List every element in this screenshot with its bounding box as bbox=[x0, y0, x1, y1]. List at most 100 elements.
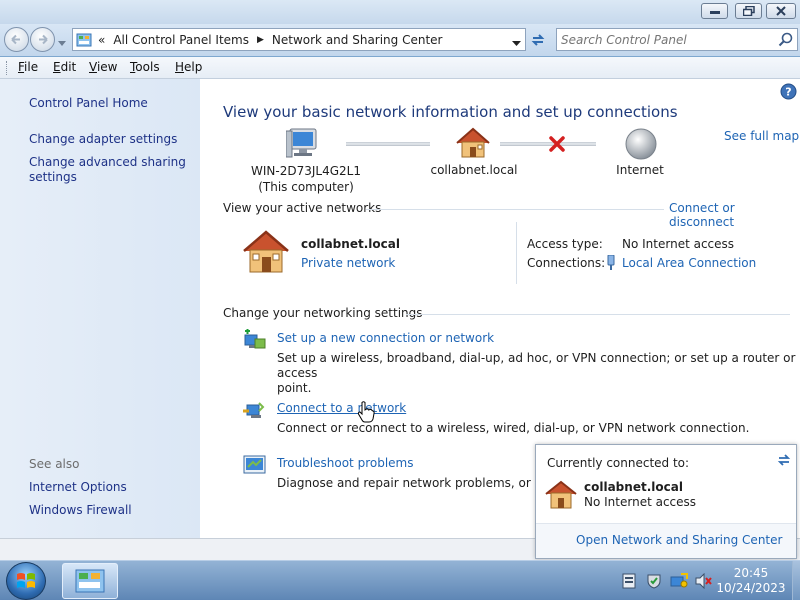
menu-view[interactable]: View bbox=[89, 60, 117, 74]
search-icon bbox=[778, 32, 793, 47]
breadcrumb-overflow[interactable]: « bbox=[98, 33, 105, 47]
hand-cursor-icon bbox=[357, 401, 375, 426]
popup-network-status: No Internet access bbox=[584, 495, 697, 509]
address-dropdown[interactable] bbox=[512, 36, 521, 50]
control-panel-icon bbox=[76, 33, 92, 46]
back-arrow-icon bbox=[11, 34, 20, 45]
networking-settings-heading: Change your networking settings bbox=[223, 306, 423, 320]
popup-network-house-icon bbox=[545, 480, 577, 513]
refresh-icon bbox=[777, 454, 791, 466]
connect-or-disconnect-link[interactable]: Connect or disconnect bbox=[669, 201, 800, 229]
access-type-label: Access type: bbox=[527, 237, 603, 251]
window-title-bar bbox=[0, 0, 800, 24]
security-shield-icon[interactable] bbox=[646, 573, 662, 592]
menu-file[interactable]: File bbox=[18, 60, 38, 74]
restore-icon bbox=[742, 6, 755, 16]
forward-arrow-icon bbox=[39, 34, 48, 45]
popup-footer: Open Network and Sharing Center bbox=[536, 524, 796, 558]
taskbar: 20:45 10/24/2023 bbox=[0, 560, 800, 600]
search-button[interactable] bbox=[778, 32, 793, 50]
computer-name: WIN-2D73JL4G2L1 bbox=[251, 164, 361, 178]
active-network-house-icon bbox=[241, 229, 291, 278]
breadcrumb-separator[interactable]: ▶ bbox=[257, 35, 264, 45]
access-type-value: No Internet access bbox=[622, 237, 735, 251]
computer-icon[interactable] bbox=[285, 127, 322, 164]
computer-network-link bbox=[346, 142, 430, 146]
sidebar-item-label: settings bbox=[29, 170, 77, 184]
computer-note: (This computer) bbox=[258, 180, 354, 194]
page-title: View your basic network information and … bbox=[223, 103, 678, 121]
divider bbox=[516, 222, 517, 284]
new-connection-icon bbox=[243, 329, 267, 356]
close-button[interactable] bbox=[766, 3, 796, 19]
local-area-connection-link[interactable]: Local Area Connection bbox=[622, 256, 756, 270]
map-internet-label: Internet bbox=[616, 163, 664, 177]
search-input[interactable] bbox=[561, 31, 771, 48]
recent-pages-dropdown[interactable] bbox=[58, 36, 66, 50]
network-tray-icon[interactable] bbox=[670, 573, 688, 592]
connect-to-network-description: Connect or reconnect to a wireless, wire… bbox=[277, 421, 750, 435]
menu-edit[interactable]: Edit bbox=[53, 60, 76, 74]
connect-to-network-icon bbox=[243, 399, 267, 426]
clock-date: 10/24/2023 bbox=[716, 581, 786, 595]
troubleshoot-description: Diagnose and repair network problems, or… bbox=[277, 476, 535, 490]
see-full-map-link[interactable]: See full map bbox=[724, 129, 799, 143]
active-network-name: collabnet.local bbox=[301, 237, 400, 251]
connections-label: Connections: bbox=[527, 256, 606, 270]
open-network-sharing-center-link[interactable]: Open Network and Sharing Center bbox=[576, 533, 782, 547]
refresh-button[interactable] bbox=[528, 30, 548, 50]
taskbar-control-panel-button[interactable] bbox=[62, 563, 118, 599]
sidebar: Control Panel Home Change adapter settin… bbox=[0, 79, 200, 538]
system-clock[interactable]: 20:45 10/24/2023 bbox=[716, 566, 786, 596]
action-center-icon[interactable] bbox=[622, 573, 636, 592]
computer-label: WIN-2D73JL4G2L1 (This computer) bbox=[222, 163, 390, 195]
close-icon bbox=[776, 6, 786, 16]
control-panel-icon bbox=[75, 569, 105, 593]
see-also-heading: See also bbox=[29, 457, 80, 471]
svg-text:?: ? bbox=[785, 86, 791, 99]
breadcrumb-current[interactable]: Network and Sharing Center bbox=[272, 33, 443, 47]
sidebar-item-change-advanced-sharing[interactable]: Change advanced sharing settings bbox=[29, 155, 186, 185]
popup-heading: Currently connected to: bbox=[547, 456, 690, 470]
windows-logo-icon bbox=[17, 573, 35, 588]
sidebar-item-control-panel-home[interactable]: Control Panel Home bbox=[29, 96, 148, 111]
description-line: Set up a wireless, broadband, dial-up, a… bbox=[277, 351, 796, 380]
help-button[interactable]: ? bbox=[780, 83, 797, 103]
restore-button[interactable] bbox=[735, 3, 762, 19]
search-box[interactable] bbox=[556, 28, 798, 51]
popup-network-name: collabnet.local bbox=[584, 480, 683, 494]
connect-to-network-link[interactable]: Connect to a network bbox=[277, 401, 406, 415]
troubleshoot-problems-link[interactable]: Troubleshoot problems bbox=[277, 456, 413, 470]
navigation-bar: « All Control Panel Items ▶ Network and … bbox=[0, 24, 800, 56]
minimize-icon bbox=[709, 11, 720, 14]
description-line: point. bbox=[277, 381, 312, 395]
address-bar[interactable]: « All Control Panel Items ▶ Network and … bbox=[72, 28, 526, 51]
sidebar-item-change-adapter-settings[interactable]: Change adapter settings bbox=[29, 132, 177, 147]
divider bbox=[366, 209, 664, 210]
menu-tools[interactable]: Tools bbox=[130, 60, 160, 74]
network-type-link[interactable]: Private network bbox=[301, 256, 395, 270]
sidebar-item-windows-firewall[interactable]: Windows Firewall bbox=[29, 503, 132, 518]
show-desktop-button[interactable] bbox=[792, 561, 800, 600]
menu-grip bbox=[6, 61, 9, 75]
menu-help[interactable]: Help bbox=[175, 60, 202, 74]
help-icon: ? bbox=[780, 83, 797, 100]
clock-time: 20:45 bbox=[733, 566, 769, 580]
setup-new-connection-description: Set up a wireless, broadband, dial-up, a… bbox=[277, 351, 800, 396]
start-button[interactable] bbox=[6, 562, 46, 600]
refresh-icon bbox=[531, 34, 545, 46]
no-connection-x-icon bbox=[548, 135, 566, 156]
minimize-button[interactable] bbox=[701, 3, 728, 19]
breadcrumb-all-items[interactable]: All Control Panel Items bbox=[113, 33, 249, 47]
internet-globe-icon[interactable] bbox=[624, 127, 658, 164]
troubleshoot-icon bbox=[243, 455, 267, 480]
active-networks-heading: View your active networks bbox=[223, 201, 382, 215]
sidebar-item-internet-options[interactable]: Internet Options bbox=[29, 480, 127, 495]
network-house-icon[interactable] bbox=[455, 127, 491, 162]
popup-refresh-button[interactable] bbox=[776, 453, 792, 470]
divider bbox=[406, 314, 790, 315]
setup-new-connection-link[interactable]: Set up a new connection or network bbox=[277, 331, 494, 345]
volume-muted-icon[interactable] bbox=[694, 572, 712, 592]
back-button[interactable] bbox=[4, 27, 29, 52]
forward-button[interactable] bbox=[30, 27, 55, 52]
